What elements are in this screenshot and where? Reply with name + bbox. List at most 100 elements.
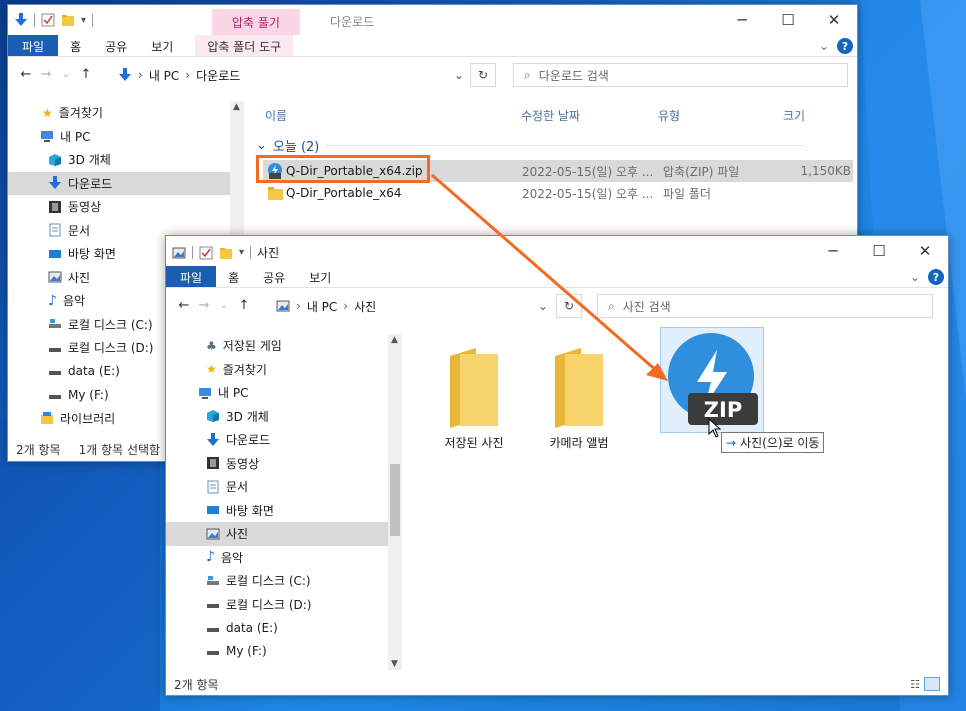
back-arrow-icon[interactable]: ← <box>16 67 36 82</box>
nav-item-saved-games[interactable]: ♣ 저장된 게임 <box>166 334 388 358</box>
nav-label: 로컬 디스크 (C:) <box>68 317 153 332</box>
nav-item-this-pc[interactable]: 내 PC <box>166 381 388 405</box>
nav-item-videos[interactable]: 동영상 <box>166 452 388 476</box>
expand-ribbon-icon[interactable]: ⌄ <box>819 39 829 53</box>
nav-item-pictures[interactable]: 사진 <box>166 522 388 546</box>
folder-label: 카메라 앨범 <box>549 436 609 450</box>
nav-label: 사진 <box>68 270 91 285</box>
expand-ribbon-icon[interactable]: ⌄ <box>910 270 920 284</box>
tab-home[interactable]: 홈 <box>216 266 251 287</box>
nav-item-3d-objects[interactable]: 3D 개체 <box>8 148 230 172</box>
title-bar[interactable]: ▾ 압축 풀기 다운로드 ─ ☐ ✕ <box>8 5 857 35</box>
new-folder-icon[interactable] <box>61 13 75 27</box>
breadcrumb-pc[interactable]: 내 PC <box>149 67 179 84</box>
details-view-icon[interactable]: ☷ <box>910 678 920 691</box>
title-bar[interactable]: ▾ 사진 ─ ☐ ✕ <box>166 236 948 266</box>
tab-share[interactable]: 공유 <box>251 266 297 287</box>
search-placeholder: 다운로드 검색 <box>538 68 609 83</box>
nav-item-downloads[interactable]: 다운로드 <box>8 171 230 195</box>
download-arrow-icon <box>207 432 219 446</box>
close-button[interactable]: ✕ <box>811 5 857 35</box>
nav-item-drive-e[interactable]: data (E:) <box>166 616 388 640</box>
tab-share[interactable]: 공유 <box>93 35 139 56</box>
picture-icon <box>48 271 62 283</box>
breadcrumb-folder[interactable]: 다운로드 <box>196 67 240 84</box>
refresh-button[interactable]: ↻ <box>556 294 582 318</box>
desktop-icon <box>49 249 61 258</box>
properties-check-icon[interactable] <box>199 246 213 260</box>
nav-item-videos[interactable]: 동영상 <box>8 195 230 219</box>
column-size[interactable]: 크기 <box>783 107 805 124</box>
minimize-button[interactable]: ─ <box>810 236 856 266</box>
recent-dropdown-icon[interactable]: ⌄ <box>56 69 76 80</box>
close-button[interactable]: ✕ <box>902 236 948 266</box>
tab-file[interactable]: 파일 <box>166 266 217 287</box>
folder-icon <box>268 187 283 200</box>
scroll-up-icon[interactable]: ▲ <box>391 335 398 345</box>
column-type[interactable]: 유형 <box>658 107 680 124</box>
tab-view[interactable]: 보기 <box>297 266 343 287</box>
qat-dropdown-icon[interactable]: ▾ <box>81 15 86 26</box>
nav-item-desktop[interactable]: 바탕 화면 <box>166 499 388 523</box>
group-header-today[interactable]: ⌄ 오늘 (2) <box>256 136 806 155</box>
nav-item-3d-objects[interactable]: 3D 개체 <box>166 405 388 429</box>
search-input[interactable]: ⌕ 사진 검색 <box>597 294 933 318</box>
search-input[interactable]: ⌕ 다운로드 검색 <box>513 63 848 87</box>
large-icons-view-icon[interactable] <box>924 677 940 691</box>
folder-tile-saved-pictures[interactable]: 저장된 사진 <box>414 348 534 451</box>
nav-item-favorites[interactable]: ★ 즐겨찾기 <box>8 101 230 125</box>
nav-scrollbar[interactable]: ▲ ▼ <box>388 334 402 670</box>
minimize-button[interactable]: ─ <box>719 5 765 35</box>
nav-item-drive-d[interactable]: 로컬 디스크 (D:) <box>166 593 388 617</box>
nav-label: 바탕 화면 <box>226 503 274 518</box>
properties-check-icon[interactable] <box>41 13 55 27</box>
nav-item-this-pc[interactable]: 내 PC <box>8 125 230 149</box>
new-folder-icon[interactable] <box>219 246 233 260</box>
forward-arrow-icon[interactable]: → <box>36 67 56 82</box>
navigation-pane: ♣ 저장된 게임 ★ 즐겨찾기 내 PC 3D 개체 다운로드 동영상 문서 바탕 … <box>166 334 388 672</box>
maximize-button[interactable]: ☐ <box>765 5 811 35</box>
column-name[interactable]: 이름 <box>265 107 287 124</box>
tab-compressed-folder-tools[interactable]: 압축 폴더 도구 <box>195 35 294 56</box>
download-arrow-icon[interactable] <box>14 13 28 27</box>
address-dropdown-icon[interactable]: ⌄ <box>538 299 548 313</box>
up-arrow-icon[interactable]: ↑ <box>234 298 254 313</box>
up-arrow-icon[interactable]: ↑ <box>76 67 96 82</box>
folder-tile-camera-roll[interactable]: 카메라 앨범 <box>519 348 639 451</box>
file-modified: 2022-05-15(일) 오후 ... <box>522 186 654 201</box>
scroll-up-icon[interactable]: ▲ <box>233 102 240 112</box>
breadcrumb-pc[interactable]: 내 PC <box>307 298 337 315</box>
maximize-button[interactable]: ☐ <box>856 236 902 266</box>
picture-icon[interactable] <box>172 246 186 260</box>
nav-item-favorites[interactable]: ★ 즐겨찾기 <box>166 358 388 382</box>
file-row-folder[interactable]: Q-Dir_Portable_x64 2022-05-15(일) 오후 ... … <box>263 182 853 204</box>
breadcrumb-folder[interactable]: 사진 <box>354 298 376 315</box>
address-dropdown-icon[interactable]: ⌄ <box>454 68 464 82</box>
nav-item-drive-f[interactable]: My (F:) <box>166 640 388 664</box>
tab-file[interactable]: 파일 <box>8 35 59 56</box>
forward-arrow-icon[interactable]: → <box>194 298 214 313</box>
help-icon[interactable]: ? <box>837 38 853 54</box>
context-tab-extract[interactable]: 압축 풀기 <box>212 9 300 35</box>
nav-item-drive-c[interactable]: 로컬 디스크 (C:) <box>166 569 388 593</box>
music-note-icon: ♪ <box>48 292 57 309</box>
address-bar[interactable]: › 내 PC › 다운로드 ⌄ <box>112 63 468 87</box>
pictures-window[interactable]: ▾ 사진 ─ ☐ ✕ 파일 홈 공유 보기 ⌄ ? ← → ⌄ ↑ › 내 PC… <box>165 235 949 696</box>
folder-icon <box>555 348 603 428</box>
back-arrow-icon[interactable]: ← <box>174 298 194 313</box>
address-bar[interactable]: › 내 PC › 사진 ⌄ <box>270 294 552 318</box>
qat-dropdown-icon[interactable]: ▾ <box>239 247 244 258</box>
refresh-button[interactable]: ↻ <box>470 63 496 87</box>
recent-dropdown-icon[interactable]: ⌄ <box>214 300 234 311</box>
column-modified[interactable]: 수정한 날짜 <box>521 107 580 124</box>
nav-item-downloads[interactable]: 다운로드 <box>166 428 388 452</box>
picture-icon <box>206 528 220 540</box>
scroll-thumb[interactable] <box>390 464 400 536</box>
nav-item-music[interactable]: ♪ 음악 <box>166 546 388 570</box>
scroll-down-icon[interactable]: ▼ <box>391 659 398 669</box>
tab-home[interactable]: 홈 <box>58 35 93 56</box>
nav-item-documents[interactable]: 문서 <box>166 475 388 499</box>
tab-view[interactable]: 보기 <box>139 35 185 56</box>
help-icon[interactable]: ? <box>928 269 944 285</box>
film-icon <box>207 457 219 470</box>
